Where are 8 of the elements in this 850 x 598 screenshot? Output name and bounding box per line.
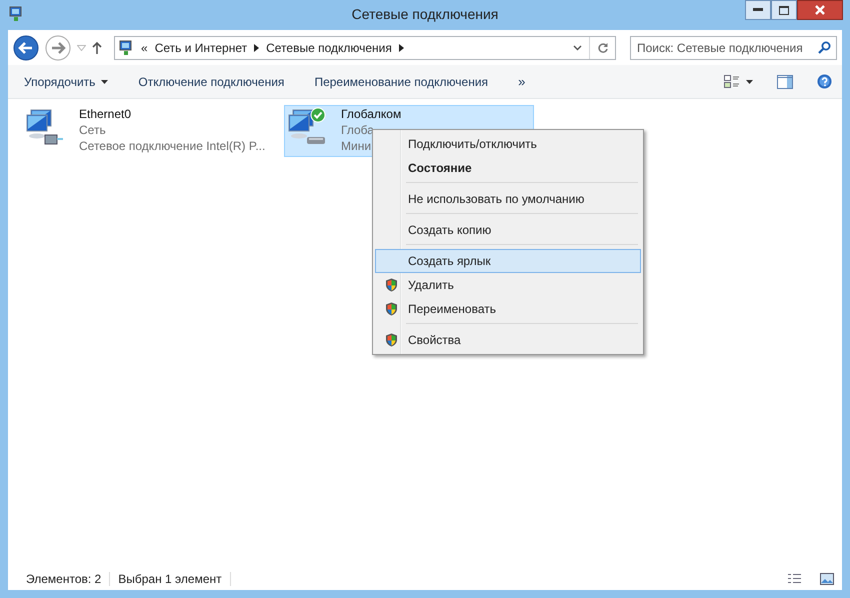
- window-title: Сетевые подключения: [352, 6, 498, 22]
- connection-name: Глобалком: [341, 106, 402, 122]
- status-text: Элементов: 2: [18, 572, 110, 586]
- connection-network: Сеть: [79, 122, 107, 138]
- connection-device: Сетевое подключение Intel(R) P...: [79, 138, 266, 154]
- status-text: Выбран 1 элемент: [110, 572, 231, 586]
- connection-name: Ethernet0: [79, 106, 132, 122]
- connection-device: Мини: [341, 138, 372, 154]
